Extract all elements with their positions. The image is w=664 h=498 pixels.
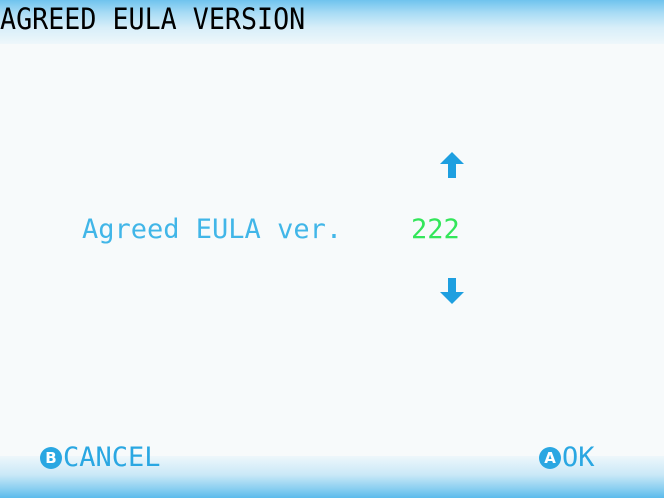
ok-button[interactable]: A OK xyxy=(539,438,595,478)
header-bar: AGREED EULA VERSION xyxy=(0,0,664,44)
a-button-icon: A xyxy=(539,447,561,469)
eula-version-screen: AGREED EULA VERSION Agreed EULA ver. 222… xyxy=(0,0,664,498)
eula-version-value[interactable]: 222 xyxy=(411,210,460,250)
ok-label: OK xyxy=(562,442,595,473)
arrow-down-icon[interactable] xyxy=(440,278,464,304)
page-title: AGREED EULA VERSION xyxy=(0,2,306,36)
eula-version-label: Agreed EULA ver. xyxy=(82,214,343,245)
cancel-label: CANCEL xyxy=(63,442,161,473)
cancel-button[interactable]: B CANCEL xyxy=(40,438,161,478)
b-button-icon: B xyxy=(40,447,62,469)
arrow-up-icon[interactable] xyxy=(440,152,464,178)
